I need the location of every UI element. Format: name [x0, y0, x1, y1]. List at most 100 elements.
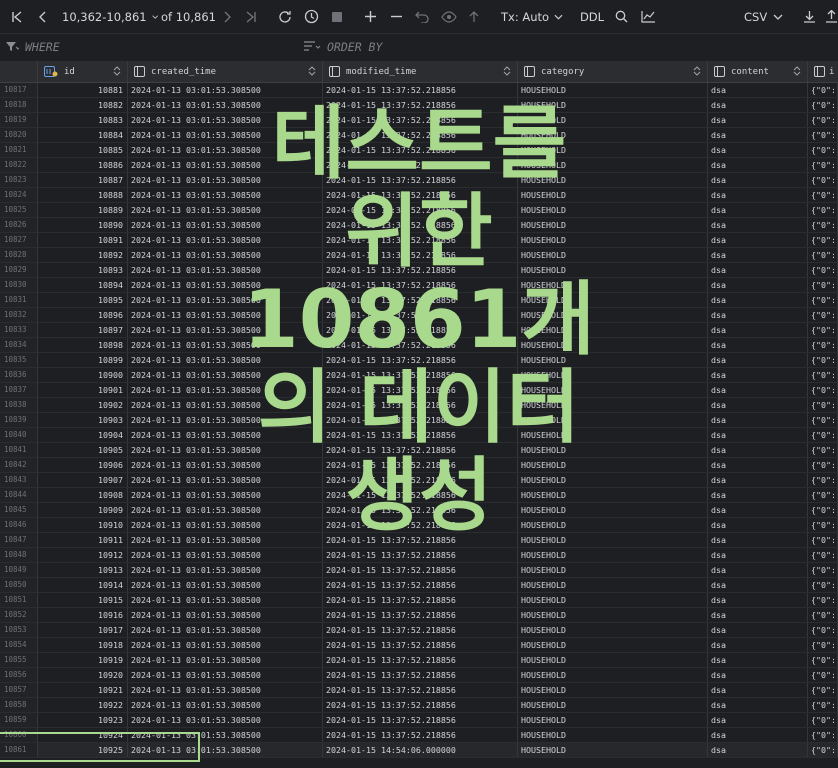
- modified-time-cell[interactable]: 2024-01-15 13:37:52.218856: [323, 623, 518, 637]
- extra-cell[interactable]: {"0":: [808, 128, 838, 142]
- modified-time-cell[interactable]: 2024-01-15 13:37:52.218856: [323, 248, 518, 262]
- category-cell[interactable]: HOUSEHOLD: [518, 173, 708, 187]
- created-time-cell[interactable]: 2024-01-13 03:01:53.308500: [128, 188, 323, 202]
- created-time-cell[interactable]: 2024-01-13 03:01:53.308500: [128, 578, 323, 592]
- modified-time-cell[interactable]: 2024-01-15 13:37:52.218856: [323, 338, 518, 352]
- view-button[interactable]: [438, 0, 460, 33]
- extra-cell[interactable]: {"0":: [808, 338, 838, 352]
- category-cell[interactable]: HOUSEHOLD: [518, 578, 708, 592]
- id-cell[interactable]: 10886: [38, 158, 128, 172]
- column-header-modified-time[interactable]: modified_time: [323, 61, 518, 82]
- first-page-button[interactable]: [8, 0, 26, 33]
- table-row[interactable]: 10854 10918 2024-01-13 03:01:53.308500 2024…: [0, 638, 838, 653]
- table-row[interactable]: 10833 10897 2024-01-13 03:01:53.308500 2024…: [0, 323, 838, 338]
- revert-button[interactable]: [412, 0, 432, 33]
- extra-cell[interactable]: {"0":: [808, 188, 838, 202]
- extra-cell[interactable]: {"0":: [808, 488, 838, 502]
- extra-cell[interactable]: {"0":: [808, 113, 838, 127]
- table-row[interactable]: 10825 10889 2024-01-13 03:01:53.308500 2024…: [0, 203, 838, 218]
- category-cell[interactable]: HOUSEHOLD: [518, 338, 708, 352]
- id-cell[interactable]: 10881: [38, 83, 128, 97]
- extra-cell[interactable]: {"0":: [808, 578, 838, 592]
- modified-time-cell[interactable]: 2024-01-15 13:37:52.218856: [323, 158, 518, 172]
- row-number-cell[interactable]: 10832: [0, 308, 38, 322]
- category-cell[interactable]: HOUSEHOLD: [518, 713, 708, 727]
- extra-cell[interactable]: {"0":: [808, 293, 838, 307]
- row-number-cell[interactable]: 10831: [0, 293, 38, 307]
- id-cell[interactable]: 10917: [38, 623, 128, 637]
- created-time-cell[interactable]: 2024-01-13 03:01:53.308500: [128, 428, 323, 442]
- extra-cell[interactable]: {"0":: [808, 728, 838, 742]
- row-number-cell[interactable]: 10853: [0, 623, 38, 637]
- table-row[interactable]: 10831 10895 2024-01-13 03:01:53.308500 2024…: [0, 293, 838, 308]
- content-cell[interactable]: dsa: [708, 188, 808, 202]
- content-cell[interactable]: dsa: [708, 98, 808, 112]
- delete-row-button[interactable]: [386, 0, 406, 33]
- content-cell[interactable]: dsa: [708, 608, 808, 622]
- content-cell[interactable]: dsa: [708, 728, 808, 742]
- content-cell[interactable]: dsa: [708, 413, 808, 427]
- extra-cell[interactable]: {"0":: [808, 548, 838, 562]
- created-time-cell[interactable]: 2024-01-13 03:01:53.308500: [128, 323, 323, 337]
- modified-time-cell[interactable]: 2024-01-15 13:37:52.218856: [323, 413, 518, 427]
- extra-cell[interactable]: {"0":: [808, 173, 838, 187]
- category-cell[interactable]: HOUSEHOLD: [518, 518, 708, 532]
- modified-time-cell[interactable]: 2024-01-15 13:37:52.218856: [323, 713, 518, 727]
- modified-time-cell[interactable]: 2024-01-15 13:37:52.218856: [323, 323, 518, 337]
- content-cell[interactable]: dsa: [708, 263, 808, 277]
- table-row[interactable]: 10856 10920 2024-01-13 03:01:53.308500 2024…: [0, 668, 838, 683]
- category-cell[interactable]: HOUSEHOLD: [518, 353, 708, 367]
- row-number-cell[interactable]: 10817: [0, 83, 38, 97]
- table-row[interactable]: 10844 10908 2024-01-13 03:01:53.308500 2024…: [0, 488, 838, 503]
- id-cell[interactable]: 10882: [38, 98, 128, 112]
- sort-toggle-icon[interactable]: [503, 66, 511, 76]
- id-cell[interactable]: 10887: [38, 173, 128, 187]
- tx-mode-selector[interactable]: Tx: Auto: [501, 0, 563, 33]
- id-cell[interactable]: 10922: [38, 698, 128, 712]
- table-row[interactable]: 10817 10881 2024-01-13 03:01:53.308500 2024…: [0, 83, 838, 98]
- content-cell[interactable]: dsa: [708, 338, 808, 352]
- created-time-cell[interactable]: 2024-01-13 03:01:53.308500: [128, 533, 323, 547]
- id-cell[interactable]: 10898: [38, 338, 128, 352]
- id-cell[interactable]: 10918: [38, 638, 128, 652]
- created-time-cell[interactable]: 2024-01-13 03:01:53.308500: [128, 473, 323, 487]
- extra-cell[interactable]: {"0":: [808, 443, 838, 457]
- id-cell[interactable]: 10914: [38, 578, 128, 592]
- extra-cell[interactable]: {"0":: [808, 158, 838, 172]
- row-number-cell[interactable]: 10856: [0, 668, 38, 682]
- extra-cell[interactable]: {"0":: [808, 263, 838, 277]
- id-cell[interactable]: 10910: [38, 518, 128, 532]
- id-cell[interactable]: 10899: [38, 353, 128, 367]
- content-cell[interactable]: dsa: [708, 353, 808, 367]
- extra-cell[interactable]: {"0":: [808, 353, 838, 367]
- created-time-cell[interactable]: 2024-01-13 03:01:53.308500: [128, 668, 323, 682]
- content-cell[interactable]: dsa: [708, 713, 808, 727]
- category-cell[interactable]: HOUSEHOLD: [518, 458, 708, 472]
- created-time-cell[interactable]: 2024-01-13 03:01:53.308500: [128, 83, 323, 97]
- content-cell[interactable]: dsa: [708, 428, 808, 442]
- table-row[interactable]: 10838 10902 2024-01-13 03:01:53.308500 2024…: [0, 398, 838, 413]
- row-number-cell[interactable]: 10849: [0, 563, 38, 577]
- id-cell[interactable]: 10908: [38, 488, 128, 502]
- modified-time-cell[interactable]: 2024-01-15 13:37:52.218856: [323, 473, 518, 487]
- content-cell[interactable]: dsa: [708, 623, 808, 637]
- row-number-cell[interactable]: 10822: [0, 158, 38, 172]
- column-header-created-time[interactable]: created_time: [128, 61, 323, 82]
- row-number-cell[interactable]: 10859: [0, 713, 38, 727]
- table-row[interactable]: 10853 10917 2024-01-13 03:01:53.308500 2024…: [0, 623, 838, 638]
- export-format-selector[interactable]: CSV: [744, 0, 788, 33]
- row-number-cell[interactable]: 10855: [0, 653, 38, 667]
- row-number-cell[interactable]: 10845: [0, 503, 38, 517]
- extra-cell[interactable]: {"0":: [808, 668, 838, 682]
- created-time-cell[interactable]: 2024-01-13 03:01:53.308500: [128, 458, 323, 472]
- modified-time-cell[interactable]: 2024-01-15 13:37:52.218856: [323, 503, 518, 517]
- modified-time-cell[interactable]: 2024-01-15 13:37:52.218856: [323, 128, 518, 142]
- category-cell[interactable]: HOUSEHOLD: [518, 443, 708, 457]
- row-number-cell[interactable]: 10833: [0, 323, 38, 337]
- id-cell[interactable]: 10904: [38, 428, 128, 442]
- modified-time-cell[interactable]: 2024-01-15 13:37:52.218856: [323, 113, 518, 127]
- content-cell[interactable]: dsa: [708, 248, 808, 262]
- table-row[interactable]: 10818 10882 2024-01-13 03:01:53.308500 2024…: [0, 98, 838, 113]
- modified-time-cell[interactable]: 2024-01-15 13:37:52.218856: [323, 698, 518, 712]
- row-number-cell[interactable]: 10847: [0, 533, 38, 547]
